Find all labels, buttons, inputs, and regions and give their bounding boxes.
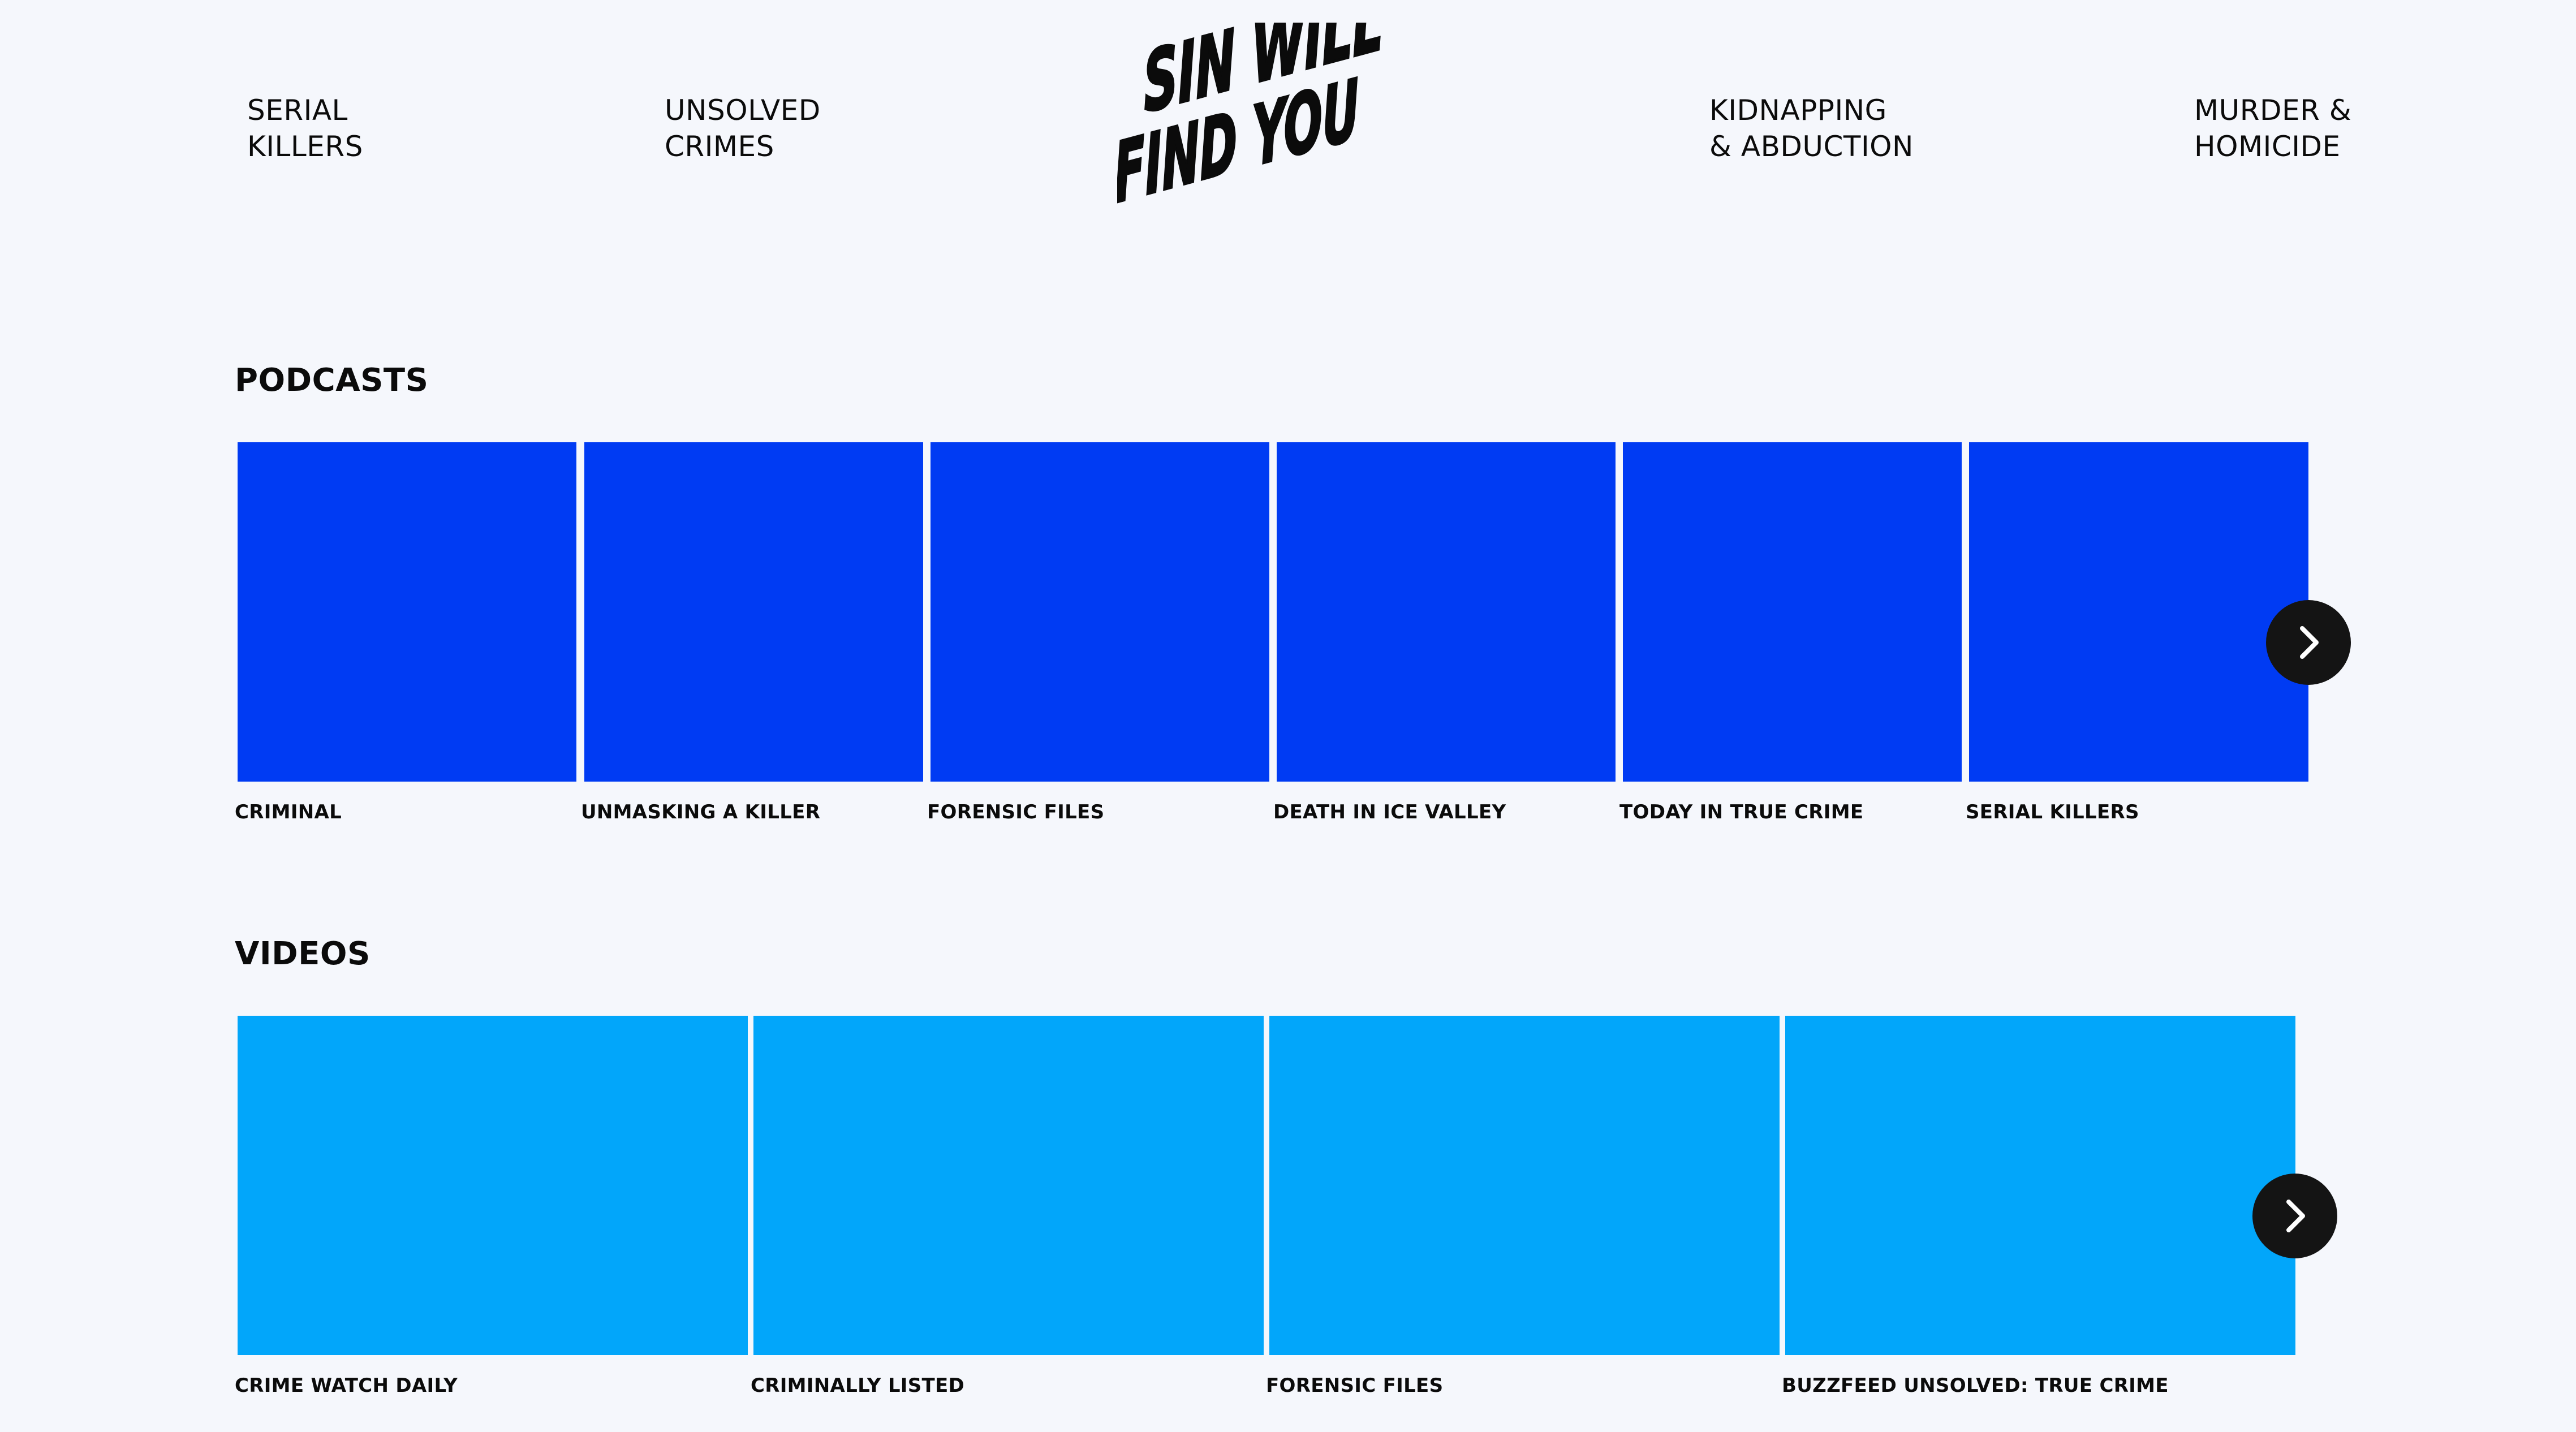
video-label-criminally-listed[interactable]: CRIMINALLY LISTED (751, 1373, 964, 1398)
podcast-tile-serial-killers[interactable] (1969, 442, 2308, 782)
nav-murder-homicide[interactable]: MURDER & HOMICIDE (2194, 92, 2351, 165)
nav-murder-line1: MURDER & (2194, 94, 2352, 127)
nav-serial-killers-line1: SERIAL (247, 94, 348, 127)
podcast-tile-criminal[interactable] (238, 442, 576, 782)
video-label-crime-watch-daily[interactable]: CRIME WATCH DAILY (235, 1373, 458, 1398)
podcast-tile-unmasking-a-killer[interactable] (584, 442, 923, 782)
nav-unsolved-crimes-line2: CRIMES (665, 130, 774, 163)
nav-serial-killers-line2: KILLERS (247, 130, 363, 163)
nav-kidnapping-line2: & ABDUCTION (1709, 130, 1914, 163)
nav-murder-line2: HOMICIDE (2194, 130, 2341, 163)
chevron-right-icon (2300, 626, 2319, 659)
nav-unsolved-crimes-line1: UNSOLVED (665, 94, 821, 127)
videos-next-button[interactable] (2252, 1174, 2337, 1258)
podcast-label-criminal[interactable]: CRIMINAL (235, 800, 342, 825)
video-tile-forensic-files[interactable] (1269, 1016, 1780, 1355)
podcast-tile-death-in-ice-valley[interactable] (1277, 442, 1616, 782)
nav-kidnapping-line1: KIDNAPPING (1709, 94, 1887, 127)
podcasts-next-button[interactable] (2266, 600, 2351, 685)
podcast-label-unmasking-a-killer[interactable]: UNMASKING A KILLER (581, 800, 820, 825)
podcast-label-forensic-files[interactable]: FORENSIC FILES (927, 800, 1104, 825)
video-label-forensic-files[interactable]: FORENSIC FILES (1266, 1373, 1443, 1398)
chevron-right-icon (2286, 1200, 2305, 1232)
nav-serial-killers[interactable]: SERIAL KILLERS (247, 92, 363, 165)
video-tile-criminally-listed[interactable] (753, 1016, 1264, 1355)
video-label-buzzfeed-unsolved[interactable]: BUZZFEED UNSOLVED: TRUE CRIME (1782, 1373, 2169, 1398)
podcasts-section-title: PODCASTS (235, 362, 429, 399)
page: { "colors": { "background": "#f5f7fc", "… (0, 0, 2576, 1432)
podcast-tile-today-in-true-crime[interactable] (1623, 442, 1962, 782)
podcast-label-death-in-ice-valley[interactable]: DEATH IN ICE VALLEY (1273, 800, 1506, 825)
video-tile-crime-watch-daily[interactable] (238, 1016, 748, 1355)
nav-kidnapping-abduction[interactable]: KIDNAPPING & ABDUCTION (1709, 92, 1914, 165)
podcast-label-serial-killers[interactable]: SERIAL KILLERS (1966, 800, 2139, 825)
podcast-label-today-in-true-crime[interactable]: TODAY IN TRUE CRIME (1619, 800, 1863, 825)
videos-section-title: VIDEOS (235, 935, 371, 972)
nav-unsolved-crimes[interactable]: UNSOLVED CRIMES (665, 92, 821, 165)
site-logo[interactable]: SIN WILL FIND YOU (1117, 23, 1389, 238)
podcast-tile-forensic-files[interactable] (931, 442, 1269, 782)
video-tile-buzzfeed-unsolved[interactable] (1785, 1016, 2295, 1355)
